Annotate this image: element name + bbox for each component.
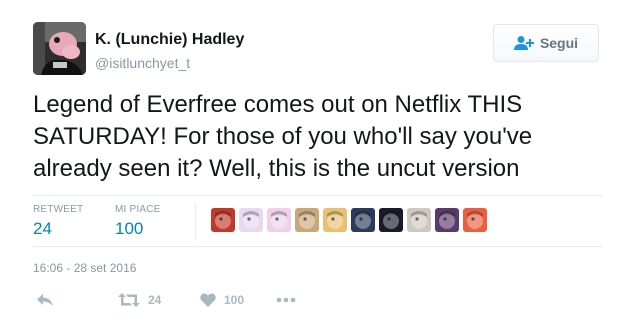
liker-avatar-icon — [467, 211, 483, 229]
liker-avatar-icon — [243, 211, 259, 229]
like-action-count: 100 — [224, 293, 245, 307]
liker-avatar-10[interactable] — [463, 208, 487, 232]
liker-avatar-icon — [215, 211, 231, 229]
follow-button-label: Segui — [539, 35, 579, 51]
liker-avatar-2[interactable] — [239, 208, 263, 232]
tweet-text: Legend of Everfree comes out on Netflix … — [33, 91, 533, 182]
liker-avatar-icon — [271, 211, 287, 229]
like-button[interactable]: 100 — [200, 293, 244, 307]
liker-avatar-icon — [327, 211, 343, 229]
tweet-actions: 24 100 — [33, 290, 433, 310]
liker-avatar-3[interactable] — [267, 208, 291, 232]
follow-button[interactable]: Segui — [493, 24, 599, 62]
liker-avatar-icon — [299, 211, 315, 229]
add-user-icon — [513, 36, 534, 50]
tweet-timestamp[interactable]: 16:06 - 28 set 2016 — [33, 261, 136, 275]
retweet-icon — [118, 293, 140, 307]
liker-avatar-9[interactable] — [435, 208, 459, 232]
user-avatar[interactable] — [33, 22, 86, 75]
more-dots-icon — [276, 297, 296, 303]
liker-avatars — [211, 208, 487, 232]
retweet-action-count: 24 — [148, 293, 162, 307]
liker-avatar-icon — [383, 211, 399, 229]
liker-avatar-8[interactable] — [407, 208, 431, 232]
retweet-stat-count: 24 — [33, 219, 52, 238]
liker-avatar-4[interactable] — [295, 208, 319, 232]
reply-button[interactable] — [36, 293, 54, 307]
liker-avatar-icon — [439, 211, 455, 229]
user-handle[interactable]: @isitlunchyet_t — [95, 55, 190, 71]
liker-avatar-1[interactable] — [211, 208, 235, 232]
avatar-photo-icon — [33, 22, 86, 75]
liker-avatar-6[interactable] — [351, 208, 375, 232]
like-stat-label: MI PIACE — [115, 204, 161, 215]
more-button[interactable] — [276, 297, 296, 303]
retweet-stat[interactable]: RETWEET 24 — [33, 204, 83, 239]
liker-avatar-icon — [411, 211, 427, 229]
retweet-button[interactable]: 24 — [118, 293, 161, 307]
like-stat-count: 100 — [115, 219, 144, 238]
liker-avatar-7[interactable] — [379, 208, 403, 232]
reply-icon — [37, 294, 53, 306]
tweet-stats: RETWEET 24 MI PIACE 100 — [33, 195, 603, 247]
retweet-stat-label: RETWEET — [33, 204, 84, 215]
liker-avatar-icon — [355, 211, 371, 229]
stats-divider — [195, 203, 196, 241]
liker-avatar-5[interactable] — [323, 208, 347, 232]
heart-icon — [200, 293, 216, 307]
user-name[interactable]: K. (Lunchie) Hadley — [95, 31, 244, 49]
like-stat[interactable]: MI PIACE 100 — [115, 204, 161, 239]
